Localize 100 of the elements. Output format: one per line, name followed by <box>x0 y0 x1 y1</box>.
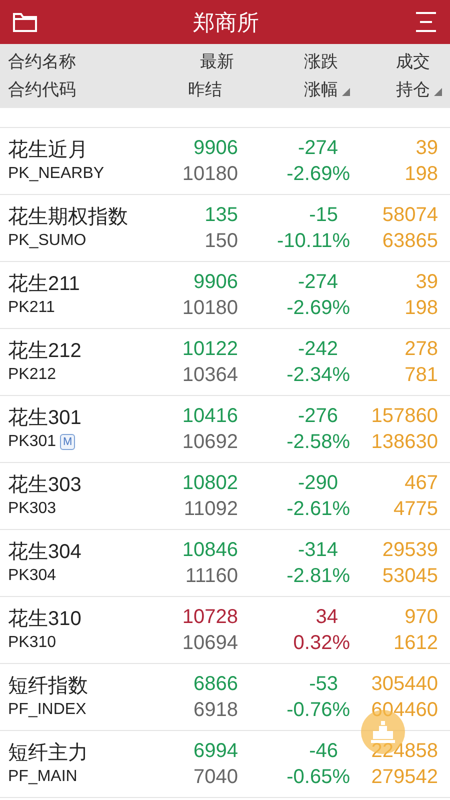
price-change: -274 <box>298 270 339 295</box>
column-header[interactable]: 昨结 <box>188 76 234 104</box>
change-percent: -2.61% <box>286 497 350 522</box>
contract-name: 花生304 <box>8 540 82 565</box>
last-price: 10416 <box>182 404 238 429</box>
volume: 278 <box>404 337 438 362</box>
column-header[interactable]: 合约名称 <box>8 48 76 76</box>
change-percent: -2.58% <box>286 430 350 455</box>
price-change: -314 <box>298 538 339 563</box>
change-percent: -10.11% <box>276 229 350 254</box>
contract-code: PK304 <box>8 566 56 586</box>
main-contract-badge: M <box>60 434 76 450</box>
column-header[interactable]: 最新 <box>200 48 234 76</box>
last-price: 10728 <box>182 605 238 630</box>
prev-settle: 10180 <box>182 162 238 187</box>
last-price: 10846 <box>182 538 238 563</box>
last-price: 10122 <box>182 337 238 362</box>
open-interest: 198 <box>404 162 438 187</box>
column-header[interactable]: 涨跌 <box>304 48 350 76</box>
contract-name: 花生303 <box>8 473 82 498</box>
volume: 39 <box>416 270 438 295</box>
open-interest: 1612 <box>394 631 438 656</box>
volume: 224858 <box>371 739 438 764</box>
price-change: -290 <box>298 471 339 496</box>
price-change: -46 <box>309 739 339 764</box>
contract-name: 短纤指数 <box>8 674 89 699</box>
quote-row[interactable]: 花生期权指数 PK_SUMO 135 150 -15 -10.11% 58074 63865 <box>0 195 450 262</box>
last-price: 135 <box>204 203 238 228</box>
prev-settle: 10692 <box>182 430 238 455</box>
contract-code: PF_INDEX <box>8 700 86 720</box>
prev-settle: 150 <box>204 229 238 254</box>
open-interest: 53045 <box>382 564 438 589</box>
quote-row[interactable]: 花生310 PK310 10728 10694 34 0.32% 970 1612 <box>0 597 450 664</box>
column-header[interactable]: 持仓 <box>396 76 442 104</box>
prev-settle: 11092 <box>184 497 238 522</box>
volume: 970 <box>404 605 438 630</box>
contract-code: PK211 <box>8 298 55 318</box>
last-price: 6866 <box>194 672 238 697</box>
open-interest: 781 <box>404 363 438 388</box>
volume: 39 <box>416 136 438 161</box>
quote-row[interactable]: 花生301 PK301 M 10416 10692 -276 -2.58% 157860 138630 <box>0 396 450 463</box>
price-change: 34 <box>316 605 339 630</box>
sort-icon <box>342 88 350 96</box>
contract-name: 花生301 <box>8 406 82 431</box>
contract-code: PK_NEARBY <box>8 164 104 184</box>
open-interest: 279542 <box>371 765 438 790</box>
contract-code: PK301 <box>8 432 56 452</box>
price-change: -53 <box>309 672 339 697</box>
prev-settle: 10180 <box>182 296 238 321</box>
quote-row[interactable]: 花生211 PK211 9906 10180 -274 -2.69% 39 198 <box>0 262 450 329</box>
volume: 29539 <box>382 538 438 563</box>
change-percent: -2.69% <box>286 296 350 321</box>
prev-settle: 11160 <box>185 564 238 589</box>
column-header[interactable]: 合约代码 <box>8 76 76 104</box>
contract-name: 花生近月 <box>8 138 89 163</box>
price-change: -276 <box>298 404 339 429</box>
price-change: -15 <box>309 203 339 228</box>
open-interest: 63865 <box>382 229 438 254</box>
volume: 157860 <box>371 404 438 429</box>
contract-code: PF_MAIN <box>8 767 78 787</box>
contract-code: PK212 <box>8 365 56 385</box>
volume: 467 <box>404 471 438 496</box>
last-price: 10802 <box>182 471 238 496</box>
window-title: 郑商所 <box>193 8 259 36</box>
contract-name: 花生212 <box>8 339 82 364</box>
quote-row[interactable]: 花生近月 PK_NEARBY 9906 10180 -274 -2.69% 39 198 <box>0 128 450 195</box>
last-price: 9906 <box>194 270 238 295</box>
quote-row[interactable]: 花生303 PK303 10802 11092 -290 -2.61% 467 4775 <box>0 463 450 530</box>
quote-row[interactable]: 花生212 PK212 10122 10364 -242 -2.34% 278 781 <box>0 329 450 396</box>
price-change: -242 <box>298 337 339 362</box>
contract-name: 短纤主力 <box>8 741 89 766</box>
last-price: 6994 <box>194 739 238 764</box>
change-percent: -2.34% <box>286 363 350 388</box>
contract-name: 花生期权指数 <box>8 205 129 230</box>
contract-code: PK310 <box>8 633 56 653</box>
open-interest: 198 <box>404 296 438 321</box>
prev-settle: 7040 <box>194 765 238 790</box>
change-percent: -2.81% <box>286 564 350 589</box>
column-header[interactable]: 成交 <box>396 48 442 76</box>
change-percent: 0.32% <box>293 631 350 656</box>
volume: 305440 <box>371 672 438 697</box>
prev-settle: 10694 <box>182 631 238 656</box>
quote-row[interactable]: 花生304 PK304 10846 11160 -314 -2.81% 29539 53045 <box>0 530 450 597</box>
building-icon <box>370 721 396 743</box>
open-interest: 138630 <box>371 430 438 455</box>
contract-code: PK_SUMO <box>8 231 86 251</box>
open-interest: 604460 <box>371 698 438 723</box>
change-percent: -0.65% <box>286 765 350 790</box>
contract-name: 花生310 <box>8 607 82 632</box>
volume: 58074 <box>382 203 438 228</box>
price-change: -274 <box>298 136 339 161</box>
column-header[interactable]: 涨幅 <box>304 76 350 104</box>
prev-settle: 6918 <box>194 698 238 723</box>
contract-name: 花生211 <box>8 272 81 297</box>
open-interest: 4775 <box>394 497 438 522</box>
change-percent: -0.76% <box>286 698 350 723</box>
contract-code: PK303 <box>8 499 56 519</box>
folder-icon[interactable] <box>12 11 38 33</box>
change-percent: -2.69% <box>286 162 350 187</box>
menu-icon[interactable] <box>414 10 438 34</box>
